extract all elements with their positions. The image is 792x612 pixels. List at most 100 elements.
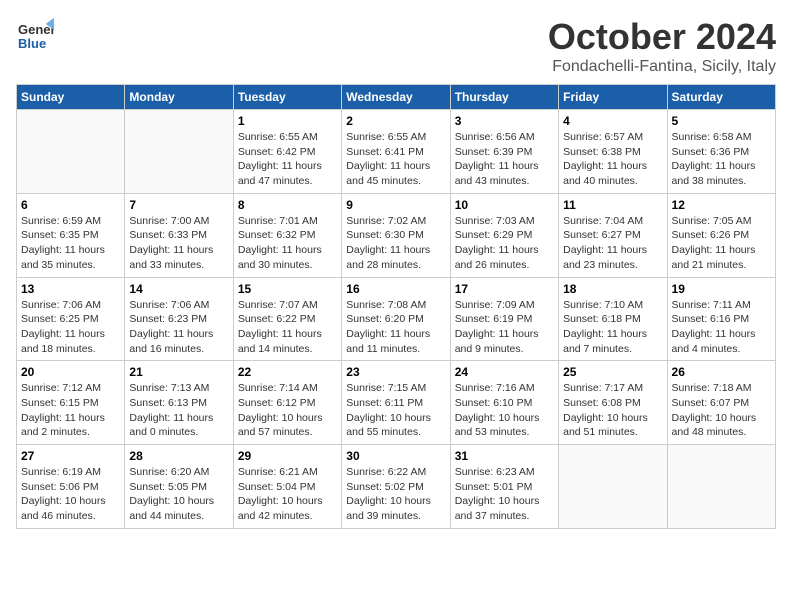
calendar-cell-w3-d3: 16Sunrise: 7:08 AMSunset: 6:20 PMDayligh…	[342, 277, 450, 361]
weekday-header-monday: Monday	[125, 85, 233, 110]
calendar-cell-w2-d6: 12 Sunrise: 7:05 AMSunset: 6:26 PMDayligh…	[667, 193, 775, 277]
calendar-cell-w5-d2: 29 Sunrise: 6:21 AMSunset: 5:04 PMDayligh…	[233, 445, 341, 529]
weekday-header-row: SundayMondayTuesdayWednesdayThursdayFrid…	[17, 85, 776, 110]
day-detail: Sunrise: 7:08 AMSunset: 6:20 PMDaylight:…	[346, 298, 445, 357]
weekday-header-sunday: Sunday	[17, 85, 125, 110]
day-number: 6	[21, 198, 120, 212]
week-row-2: 6 Sunrise: 6:59 AMSunset: 6:35 PMDaylight…	[17, 193, 776, 277]
calendar-cell-w5-d3: 30 Sunrise: 6:22 AMSunset: 5:02 PMDayligh…	[342, 445, 450, 529]
day-detail: Sunrise: 7:07 AMSunset: 6:22 PMDaylight:…	[238, 298, 337, 357]
day-detail: Sunrise: 6:56 AMSunset: 6:39 PMDaylight:…	[455, 130, 554, 189]
logo: General Blue	[16, 16, 54, 54]
calendar-cell-w5-d1: 28 Sunrise: 6:20 AMSunset: 5:05 PMDayligh…	[125, 445, 233, 529]
day-number: 17	[455, 282, 554, 296]
day-number: 23	[346, 365, 445, 379]
calendar-cell-w4-d4: 24 Sunrise: 7:16 AMSunset: 6:10 PMDayligh…	[450, 361, 558, 445]
calendar-cell-w1-d2: 1Sunrise: 6:55 AMSunset: 6:42 PMDaylight…	[233, 110, 341, 194]
week-row-4: 20 Sunrise: 7:12 AMSunset: 6:15 PMDayligh…	[17, 361, 776, 445]
calendar-cell-w1-d4: 3Sunrise: 6:56 AMSunset: 6:39 PMDaylight…	[450, 110, 558, 194]
day-detail: Sunrise: 6:57 AMSunset: 6:38 PMDaylight:…	[563, 130, 662, 189]
day-detail: Sunrise: 7:09 AMSunset: 6:19 PMDaylight:…	[455, 298, 554, 357]
day-number: 28	[129, 449, 228, 463]
day-number: 7	[129, 198, 228, 212]
day-detail: Sunrise: 7:10 AMSunset: 6:18 PMDaylight:…	[563, 298, 662, 357]
weekday-header-saturday: Saturday	[667, 85, 775, 110]
day-detail: Sunrise: 7:03 AMSunset: 6:29 PMDaylight:…	[455, 214, 554, 273]
day-number: 30	[346, 449, 445, 463]
calendar-cell-w4-d5: 25 Sunrise: 7:17 AMSunset: 6:08 PMDayligh…	[559, 361, 667, 445]
day-detail: Sunrise: 7:18 AMSunset: 6:07 PMDaylight:…	[672, 381, 771, 440]
day-number: 11	[563, 198, 662, 212]
day-number: 22	[238, 365, 337, 379]
day-detail: Sunrise: 6:23 AMSunset: 5:01 PMDaylight:…	[455, 465, 554, 524]
calendar-cell-w2-d5: 11 Sunrise: 7:04 AMSunset: 6:27 PMDayligh…	[559, 193, 667, 277]
day-detail: Sunrise: 7:12 AMSunset: 6:15 PMDaylight:…	[21, 381, 120, 440]
day-detail: Sunrise: 6:58 AMSunset: 6:36 PMDaylight:…	[672, 130, 771, 189]
day-number: 31	[455, 449, 554, 463]
day-number: 21	[129, 365, 228, 379]
calendar-cell-w4-d1: 21 Sunrise: 7:13 AMSunset: 6:13 PMDayligh…	[125, 361, 233, 445]
day-detail: Sunrise: 7:05 AMSunset: 6:26 PMDaylight:…	[672, 214, 771, 273]
day-number: 12	[672, 198, 771, 212]
calendar-cell-w5-d6	[667, 445, 775, 529]
week-row-3: 13 Sunrise: 7:06 AMSunset: 6:25 PMDayligh…	[17, 277, 776, 361]
day-detail: Sunrise: 6:21 AMSunset: 5:04 PMDaylight:…	[238, 465, 337, 524]
day-detail: Sunrise: 6:20 AMSunset: 5:05 PMDaylight:…	[129, 465, 228, 524]
day-detail: Sunrise: 7:06 AMSunset: 6:25 PMDaylight:…	[21, 298, 120, 357]
logo-icon: General Blue	[16, 16, 54, 54]
calendar-cell-w1-d1	[125, 110, 233, 194]
day-detail: Sunrise: 6:59 AMSunset: 6:35 PMDaylight:…	[21, 214, 120, 273]
calendar-cell-w2-d3: 9 Sunrise: 7:02 AMSunset: 6:30 PMDaylight…	[342, 193, 450, 277]
calendar-cell-w2-d1: 7Sunrise: 7:00 AMSunset: 6:33 PMDaylight…	[125, 193, 233, 277]
day-detail: Sunrise: 7:17 AMSunset: 6:08 PMDaylight:…	[563, 381, 662, 440]
page-header: General Blue October 2024 Fondachelli-Fa…	[16, 16, 776, 76]
day-number: 2	[346, 114, 445, 128]
day-number: 25	[563, 365, 662, 379]
calendar-cell-w4-d2: 22Sunrise: 7:14 AMSunset: 6:12 PMDayligh…	[233, 361, 341, 445]
title-block: October 2024 Fondachelli-Fantina, Sicily…	[548, 16, 776, 76]
calendar-cell-w3-d4: 17 Sunrise: 7:09 AMSunset: 6:19 PMDayligh…	[450, 277, 558, 361]
day-number: 27	[21, 449, 120, 463]
month-title: October 2024	[548, 16, 776, 58]
calendar-cell-w5-d4: 31 Sunrise: 6:23 AMSunset: 5:01 PMDayligh…	[450, 445, 558, 529]
week-row-1: 1Sunrise: 6:55 AMSunset: 6:42 PMDaylight…	[17, 110, 776, 194]
day-number: 9	[346, 198, 445, 212]
day-detail: Sunrise: 7:04 AMSunset: 6:27 PMDaylight:…	[563, 214, 662, 273]
weekday-header-tuesday: Tuesday	[233, 85, 341, 110]
calendar-cell-w5-d5	[559, 445, 667, 529]
day-number: 20	[21, 365, 120, 379]
calendar-cell-w4-d6: 26Sunrise: 7:18 AMSunset: 6:07 PMDayligh…	[667, 361, 775, 445]
svg-text:Blue: Blue	[18, 36, 46, 51]
calendar-cell-w5-d0: 27 Sunrise: 6:19 AMSunset: 5:06 PMDayligh…	[17, 445, 125, 529]
calendar-cell-w3-d0: 13 Sunrise: 7:06 AMSunset: 6:25 PMDayligh…	[17, 277, 125, 361]
calendar-cell-w4-d3: 23Sunrise: 7:15 AMSunset: 6:11 PMDayligh…	[342, 361, 450, 445]
day-number: 15	[238, 282, 337, 296]
calendar-cell-w1-d5: 4 Sunrise: 6:57 AMSunset: 6:38 PMDaylight…	[559, 110, 667, 194]
calendar-cell-w2-d2: 8Sunrise: 7:01 AMSunset: 6:32 PMDaylight…	[233, 193, 341, 277]
day-number: 5	[672, 114, 771, 128]
day-detail: Sunrise: 7:02 AMSunset: 6:30 PMDaylight:…	[346, 214, 445, 273]
calendar-cell-w3-d5: 18 Sunrise: 7:10 AMSunset: 6:18 PMDayligh…	[559, 277, 667, 361]
calendar-cell-w4-d0: 20 Sunrise: 7:12 AMSunset: 6:15 PMDayligh…	[17, 361, 125, 445]
day-number: 24	[455, 365, 554, 379]
day-number: 8	[238, 198, 337, 212]
day-number: 19	[672, 282, 771, 296]
day-number: 1	[238, 114, 337, 128]
day-number: 4	[563, 114, 662, 128]
day-number: 13	[21, 282, 120, 296]
day-detail: Sunrise: 7:16 AMSunset: 6:10 PMDaylight:…	[455, 381, 554, 440]
weekday-header-friday: Friday	[559, 85, 667, 110]
day-number: 18	[563, 282, 662, 296]
day-detail: Sunrise: 6:55 AMSunset: 6:41 PMDaylight:…	[346, 130, 445, 189]
day-number: 29	[238, 449, 337, 463]
day-number: 14	[129, 282, 228, 296]
day-detail: Sunrise: 7:11 AMSunset: 6:16 PMDaylight:…	[672, 298, 771, 357]
day-detail: Sunrise: 7:06 AMSunset: 6:23 PMDaylight:…	[129, 298, 228, 357]
calendar-cell-w3-d2: 15 Sunrise: 7:07 AMSunset: 6:22 PMDayligh…	[233, 277, 341, 361]
calendar-cell-w3-d6: 19 Sunrise: 7:11 AMSunset: 6:16 PMDayligh…	[667, 277, 775, 361]
weekday-header-thursday: Thursday	[450, 85, 558, 110]
day-detail: Sunrise: 6:19 AMSunset: 5:06 PMDaylight:…	[21, 465, 120, 524]
day-detail: Sunrise: 7:13 AMSunset: 6:13 PMDaylight:…	[129, 381, 228, 440]
day-detail: Sunrise: 6:22 AMSunset: 5:02 PMDaylight:…	[346, 465, 445, 524]
calendar-table: SundayMondayTuesdayWednesdayThursdayFrid…	[16, 84, 776, 529]
